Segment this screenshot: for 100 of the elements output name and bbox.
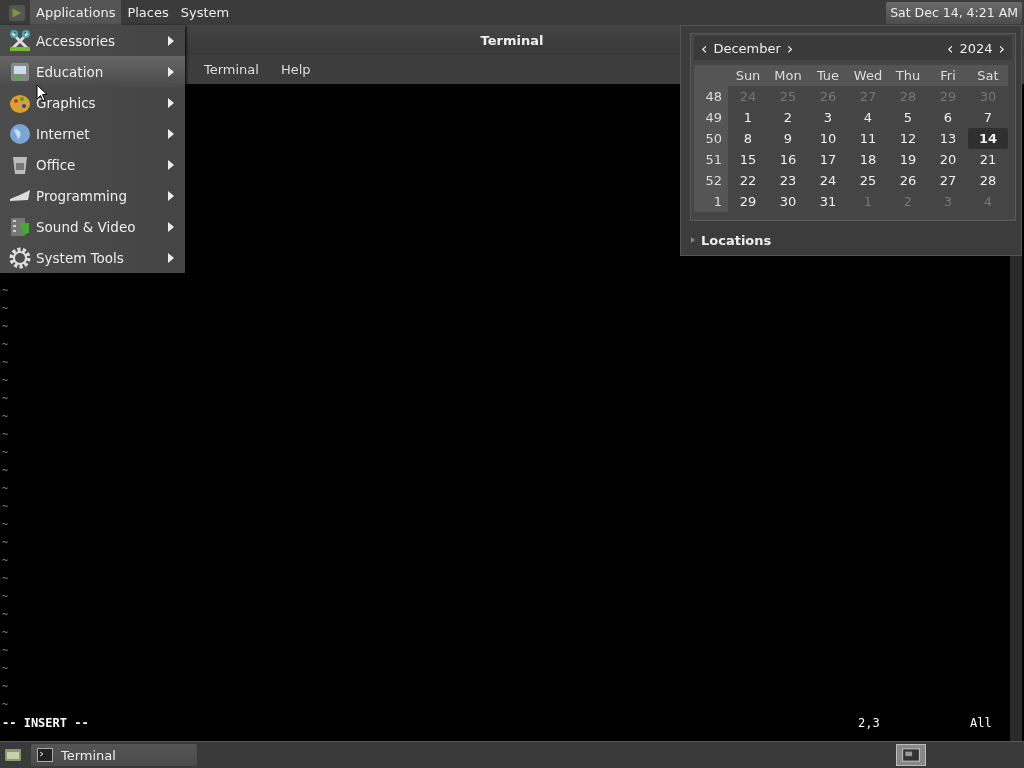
- next-month-button[interactable]: ›: [782, 38, 798, 58]
- calendar-day[interactable]: 11: [848, 128, 888, 149]
- previous-year-button[interactable]: ‹: [943, 38, 958, 58]
- clock[interactable]: Sat Dec 14, 4:21 AM: [886, 1, 1022, 24]
- menu-item[interactable]: Terminal: [196, 62, 267, 77]
- submenu-arrow-icon: [168, 159, 174, 170]
- week-number: 1: [712, 193, 723, 211]
- tilde-line: ~: [1, 608, 9, 622]
- calendar-day[interactable]: 2: [768, 107, 808, 128]
- calendar-day[interactable]: 15: [728, 149, 768, 170]
- window-icon: [902, 748, 920, 762]
- tilde-line: ~: [1, 338, 9, 352]
- menu-item[interactable]: Office: [0, 149, 185, 180]
- calendar-day[interactable]: 17: [808, 149, 848, 170]
- tilde-line: ~: [1, 320, 9, 334]
- vim-mode: -- INSERT --: [2, 715, 89, 732]
- calendar-day[interactable]: 20: [928, 149, 968, 170]
- tilde-line: ~: [1, 554, 9, 568]
- calendar-day[interactable]: 12: [888, 128, 928, 149]
- window-title: Terminal: [480, 32, 544, 48]
- submenu-arrow-icon: [168, 252, 174, 263]
- weekday-label: Sun: [734, 67, 762, 85]
- calendar-day[interactable]: 24: [808, 170, 848, 191]
- calendar-day[interactable]: 8: [728, 128, 768, 149]
- tilde-line: ~: [1, 446, 9, 460]
- gear-icon: [8, 245, 32, 270]
- calendar-day[interactable]: 5: [888, 107, 928, 128]
- wedge-icon: [10, 190, 30, 201]
- week-number: 51: [704, 151, 723, 169]
- calendar-day[interactable]: 23: [768, 170, 808, 191]
- calendar-day[interactable]: 6: [928, 107, 968, 128]
- calendar-day[interactable]: 27: [928, 170, 968, 191]
- menu-item[interactable]: Sound & Video: [0, 211, 185, 242]
- year-label: 2024: [958, 40, 994, 56]
- tilde-line: ~: [1, 662, 9, 676]
- week-number: 52: [704, 172, 723, 190]
- next-year-button[interactable]: ›: [994, 38, 1009, 58]
- weekday-label: Thu: [894, 67, 922, 85]
- workspace-switcher[interactable]: [896, 744, 926, 766]
- weekday-label: Fri: [939, 67, 957, 85]
- panel-menu[interactable]: Applications: [30, 0, 122, 25]
- task-button[interactable]: Terminal: [31, 744, 197, 766]
- calendar-day[interactable]: 28: [968, 170, 1008, 191]
- menu-item[interactable]: Help: [272, 62, 319, 77]
- menu-item[interactable]: Accessories: [0, 25, 185, 56]
- calendar-day[interactable]: 7: [968, 107, 1008, 128]
- tilde-line: ~: [1, 698, 9, 712]
- weekday-label: Sat: [976, 67, 1000, 85]
- foot-icon[interactable]: [8, 3, 26, 22]
- calendar-day[interactable]: 21: [968, 149, 1008, 170]
- locations-expander[interactable]: Locations: [690, 225, 1016, 255]
- submenu-arrow-icon: [168, 97, 174, 108]
- calendar-day[interactable]: 29: [728, 191, 768, 212]
- menu-item[interactable]: Internet: [0, 118, 185, 149]
- weekday-label: Mon: [773, 67, 803, 85]
- terminal-icon: [37, 748, 53, 762]
- menu-item[interactable]: Education: [0, 56, 185, 87]
- calendar-day[interactable]: 14: [968, 128, 1008, 149]
- tilde-line: ~: [1, 410, 9, 424]
- calendar-day[interactable]: 10: [808, 128, 848, 149]
- calendar-day[interactable]: 25: [848, 170, 888, 191]
- week-number: 48: [704, 88, 723, 106]
- submenu-arrow-icon: [168, 35, 174, 46]
- calendar-day[interactable]: 1: [728, 107, 768, 128]
- calendar-day[interactable]: 3: [808, 107, 848, 128]
- month-label: December: [712, 40, 782, 56]
- tilde-line: ~: [1, 590, 9, 604]
- tilde-line: ~: [1, 356, 9, 370]
- calendar-day[interactable]: 18: [848, 149, 888, 170]
- scroll-position: All: [970, 715, 993, 732]
- calendar-day[interactable]: 26: [888, 170, 928, 191]
- scissors-icon: [8, 28, 32, 53]
- calendar-day[interactable]: 9: [768, 128, 808, 149]
- calendar-day[interactable]: 30: [768, 191, 808, 212]
- tilde-line: ~: [1, 626, 9, 640]
- calendar-day[interactable]: 13: [928, 128, 968, 149]
- calendar-day[interactable]: 22: [728, 170, 768, 191]
- cursor-position: 2,3: [858, 715, 881, 732]
- submenu-arrow-icon: [168, 221, 174, 232]
- tilde-line: ~: [1, 374, 9, 388]
- tilde-line: ~: [1, 572, 9, 586]
- calendar-day[interactable]: 4: [848, 107, 888, 128]
- tilde-line: ~: [1, 482, 9, 496]
- submenu-arrow-icon: [168, 66, 174, 77]
- submenu-arrow-icon: [168, 128, 174, 139]
- tilde-line: ~: [1, 644, 9, 658]
- panel-menu[interactable]: Places: [121, 0, 175, 25]
- calendar-day[interactable]: 16: [768, 149, 808, 170]
- calendar-day[interactable]: 31: [808, 191, 848, 212]
- menu-item[interactable]: System Tools: [0, 242, 185, 273]
- week-number: 50: [704, 130, 723, 148]
- tilde-line: ~: [1, 518, 9, 532]
- panel-menu[interactable]: System: [174, 0, 236, 25]
- submenu-arrow-icon: [168, 190, 174, 201]
- calendar-day[interactable]: 19: [888, 149, 928, 170]
- expander-arrow-icon: [690, 237, 696, 243]
- tilde-line: ~: [1, 302, 9, 316]
- week-number: 49: [704, 109, 723, 127]
- previous-month-button[interactable]: ‹: [697, 38, 712, 58]
- menu-item[interactable]: Programming: [0, 180, 185, 211]
